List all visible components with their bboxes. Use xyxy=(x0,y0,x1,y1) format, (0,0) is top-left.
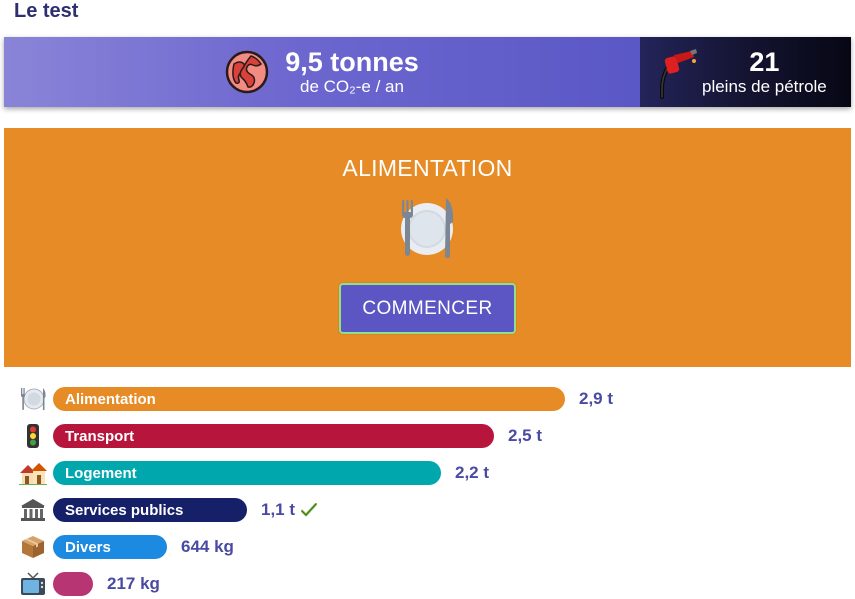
page-title: Le test xyxy=(14,0,79,22)
category-value: 644 kg xyxy=(181,537,234,556)
category-value: 2,5 t xyxy=(508,426,543,445)
category-value: 2,9 t xyxy=(579,389,614,408)
fuel-equivalent-label: pleins de pétrole xyxy=(702,77,827,96)
total-footprint-value: 9,5 tonnes xyxy=(285,47,419,77)
category-bar[interactable]: Transport xyxy=(53,424,494,448)
current-category-panel: ALIMENTATION COMMENCER xyxy=(4,128,851,367)
category-bar[interactable]: Alimentation xyxy=(53,387,565,411)
fuel-pump-icon xyxy=(660,49,697,99)
category-bar[interactable] xyxy=(53,572,93,596)
category-title: ALIMENTATION xyxy=(342,155,513,181)
footprint-summary-bar: 9,5 tonnes de CO₂-e / an 21 pleins de pé… xyxy=(4,37,851,107)
plate-cutlery-icon xyxy=(401,198,454,258)
category-row-alimentation[interactable]: Alimentation 2,9 t xyxy=(18,385,613,413)
classical-building-icon xyxy=(18,496,48,524)
traffic-light-icon xyxy=(18,422,48,450)
fuel-equivalent: 21 pleins de pétrole xyxy=(640,37,851,107)
category-value: 2,2 t xyxy=(455,463,490,482)
category-value: 1,1 t xyxy=(261,500,318,520)
category-bar[interactable]: Divers xyxy=(53,535,167,559)
start-button[interactable]: COMMENCER xyxy=(339,283,516,334)
category-bar[interactable]: Logement xyxy=(53,461,441,485)
houses-icon xyxy=(18,459,48,487)
category-row-services-publics[interactable]: Services publics 1,1 t xyxy=(18,496,318,524)
total-footprint: 9,5 tonnes de CO₂-e / an xyxy=(4,37,640,107)
category-row-loisirs[interactable]: 217 kg xyxy=(18,570,160,598)
package-icon xyxy=(18,533,48,561)
category-value: 217 kg xyxy=(107,574,160,593)
total-footprint-unit: de CO₂-e / an xyxy=(300,77,404,96)
television-icon xyxy=(18,570,48,598)
fuel-equivalent-value: 21 xyxy=(749,47,780,77)
category-row-divers[interactable]: Divers 644 kg xyxy=(18,533,234,561)
category-row-logement[interactable]: Logement 2,2 t xyxy=(18,459,489,487)
plate-icon xyxy=(18,385,48,413)
category-bar[interactable]: Services publics xyxy=(53,498,247,522)
checkmark-icon xyxy=(301,503,318,517)
globe-icon xyxy=(225,50,269,94)
category-row-transport[interactable]: Transport 2,5 t xyxy=(18,422,542,450)
